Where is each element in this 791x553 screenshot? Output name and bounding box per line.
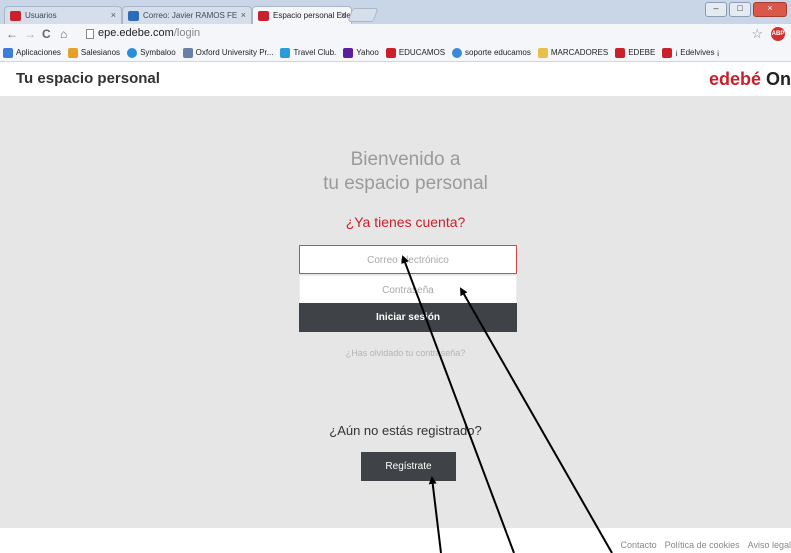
tab-label: Usuarios — [25, 11, 57, 20]
bookmark-label: Aplicaciones — [16, 48, 61, 57]
not-registered-heading: ¿Aún no estás registrado? — [329, 423, 482, 438]
close-icon[interactable]: × — [341, 10, 346, 20]
edebe-on-logo[interactable]: edebé On — [709, 69, 791, 90]
tab-espacio-personal[interactable]: Espacio personal Edebé × — [252, 6, 352, 24]
url-host: epe.edebe.com — [98, 27, 174, 39]
site-footer: Contacto Política de cookies Aviso legal — [0, 528, 791, 553]
new-tab-button[interactable] — [347, 8, 379, 22]
bookmark-label: soporte educamos — [465, 48, 531, 57]
edebe-favicon-icon — [258, 11, 269, 21]
adblock-icon[interactable]: ABP — [771, 27, 785, 41]
edebe-icon — [615, 47, 626, 58]
yahoo-icon — [343, 47, 354, 58]
edelvives-icon — [662, 47, 673, 58]
travel-club-icon — [280, 47, 291, 58]
tab-usuarios[interactable]: Usuarios × — [4, 6, 122, 24]
footer-link-cookies[interactable]: Política de cookies — [665, 540, 740, 550]
oxford-icon — [182, 47, 193, 58]
bookmark-marcadores[interactable]: MARCADORES — [537, 47, 609, 58]
back-arrow-icon[interactable]: ← — [6, 27, 18, 41]
maximize-button[interactable]: □ — [729, 2, 751, 17]
welcome-line-1: Bienvenido a — [350, 149, 461, 170]
support-icon — [452, 47, 463, 58]
password-field[interactable]: Contraseña — [299, 275, 517, 304]
bookmark-label: ¡ Edelvives ¡ — [675, 48, 720, 57]
bookmark-soporte-educamos[interactable]: soporte educamos — [452, 47, 531, 58]
reload-icon[interactable]: C — [42, 27, 51, 41]
bookmark-aplicaciones[interactable]: Aplicaciones — [3, 47, 61, 58]
bookmark-salesianos[interactable]: Salesianos — [67, 47, 121, 58]
home-icon[interactable]: ⌂ — [60, 27, 67, 41]
bookmark-label: EDEBE — [628, 48, 656, 57]
page-title: Tu espacio personal — [16, 70, 160, 87]
bookmarks-bar: Aplicaciones Salesianos Symbaloo Oxford … — [0, 44, 791, 62]
bookmark-label: Travel Club. — [293, 48, 337, 57]
footer-link-aviso-legal[interactable]: Aviso legal — [748, 540, 791, 550]
page-icon — [86, 29, 94, 39]
have-account-heading: ¿Ya tienes cuenta? — [345, 214, 466, 230]
close-icon[interactable]: × — [111, 10, 116, 20]
forward-arrow-icon[interactable]: → — [24, 27, 36, 41]
login-button[interactable]: Iniciar sesión — [299, 303, 517, 332]
educamos-icon — [385, 47, 396, 58]
brand-name: edebé — [708, 69, 761, 89]
bookmark-edelvives[interactable]: ¡ Edelvives ¡ — [662, 47, 720, 58]
email-field[interactable]: Correo electrónico — [299, 245, 517, 274]
brand-suffix: On — [766, 69, 791, 89]
salesianos-icon — [67, 47, 78, 58]
footer-links: Contacto Política de cookies Aviso legal — [621, 540, 791, 550]
browser-toolbar: ← → C ⌂ epe.edebe.com/login ☆ ABP — [0, 24, 791, 44]
window-controls: – □ × — [705, 2, 787, 18]
mail-icon — [128, 11, 139, 21]
symbaloo-icon — [127, 47, 138, 58]
bookmark-yahoo[interactable]: Yahoo — [343, 47, 379, 58]
tab-favicon-icon — [10, 11, 21, 21]
bookmark-educamos[interactable]: EDUCAMOS — [385, 47, 446, 58]
bookmark-star-icon[interactable]: ☆ — [751, 26, 763, 42]
apps-grid-icon — [3, 47, 13, 58]
bookmark-label: Oxford University Pr... — [195, 48, 274, 57]
close-icon[interactable]: × — [241, 10, 246, 20]
footer-link-contacto[interactable]: Contacto — [621, 540, 657, 550]
tab-label: Correo: Javier RAMOS FE — [143, 11, 238, 20]
register-button[interactable]: Regístrate — [361, 452, 456, 481]
url-path: /login — [173, 27, 201, 39]
site-header: Tu espacio personal edebé On — [0, 62, 791, 96]
bookmark-oxford[interactable]: Oxford University Pr... — [182, 47, 274, 58]
bookmark-label: Salesianos — [80, 48, 121, 57]
browser-chrome: Usuarios × Correo: Javier RAMOS FE × Esp… — [0, 0, 791, 62]
bookmark-label: EDUCAMOS — [398, 48, 446, 57]
bookmark-label: MARCADORES — [550, 48, 609, 57]
folder-icon — [537, 47, 548, 58]
window-close-button[interactable]: × — [753, 2, 787, 17]
bookmark-label: Symbaloo — [140, 48, 176, 57]
bookmark-label: Yahoo — [356, 48, 379, 57]
tab-correo[interactable]: Correo: Javier RAMOS FE × — [122, 6, 252, 24]
tab-strip: Usuarios × Correo: Javier RAMOS FE × Esp… — [0, 0, 791, 24]
address-bar[interactable]: epe.edebe.com/login — [84, 26, 764, 42]
welcome-line-2: tu espacio personal — [323, 173, 488, 194]
bookmark-travel-club[interactable]: Travel Club. — [280, 47, 337, 58]
minimize-button[interactable]: – — [705, 2, 727, 17]
forgot-password-link[interactable]: ¿Has olvidado tu contraseña? — [0, 348, 791, 358]
bookmark-symbaloo[interactable]: Symbaloo — [127, 47, 176, 58]
welcome-heading: Bienvenido a tu espacio personal — [0, 148, 791, 196]
login-panel: Bienvenido a tu espacio personal ¿Ya tie… — [0, 96, 791, 528]
bookmark-edebe[interactable]: EDEBE — [615, 47, 656, 58]
